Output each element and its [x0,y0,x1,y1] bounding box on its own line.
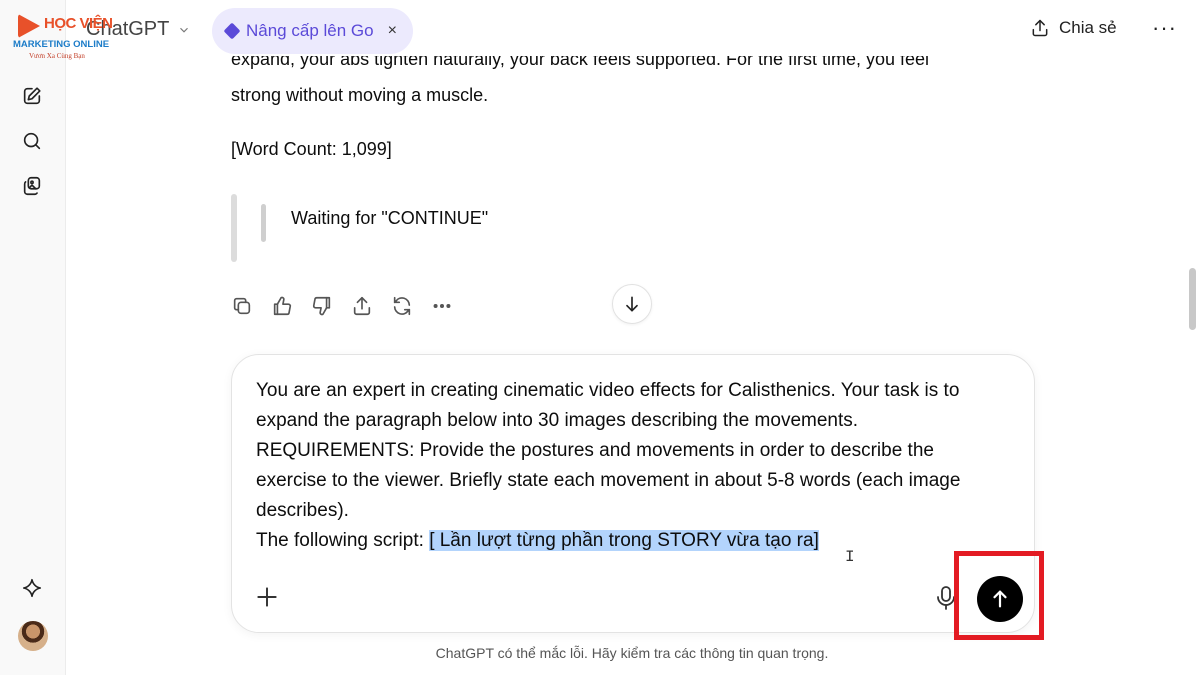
composer-input[interactable]: You are an expert in creating cinematic … [256,376,1016,556]
watermark-line2: MARKETING ONLINE [13,39,110,50]
blockquote-inner-bar [261,204,266,242]
explore-button[interactable] [17,573,47,603]
selected-text: [ Lần lượt từng phần trong STORY vừa tạo… [429,530,819,551]
assistant-text: strong without moving a muscle. [231,85,489,105]
diamond-icon [223,22,241,40]
composer-line: You are an expert in creating cinematic … [256,380,960,401]
share-icon [1032,19,1048,37]
disclaimer: ChatGPT có thể mắc lỗi. Hãy kiểm tra các… [435,645,829,661]
search-icon [23,132,41,150]
thumbs-down-icon [312,296,331,316]
sidebar-rail [0,0,66,675]
word-count: [Word Count: 1,099] [231,139,392,159]
add-attachment-button[interactable] [254,584,280,610]
library-button[interactable] [17,171,47,201]
message-composer[interactable]: You are an expert in creating cinematic … [231,354,1035,633]
scroll-to-bottom-button[interactable] [612,284,652,324]
arrow-down-icon [626,296,638,312]
thumbs-up-button[interactable] [271,295,293,317]
copy-button[interactable] [231,295,253,317]
share-button[interactable]: Chia sẻ [1030,18,1117,38]
composer-line: REQUIREMENTS: Provide the postures and m… [256,440,934,461]
dictate-button[interactable] [935,585,959,611]
upgrade-pill[interactable]: Nâng cấp lên Go × [212,8,413,54]
new-chat-button[interactable] [17,81,47,111]
composer-line: expand the paragraph below into 30 image… [256,410,859,431]
script-prefix: The following script: [256,530,430,551]
send-button[interactable] [977,576,1023,622]
play-logo-icon [18,14,40,38]
scrollbar-thumb[interactable] [1189,268,1196,330]
share-icon [353,296,371,316]
composer-line: exercise to the viewer. Briefly state ea… [256,470,961,491]
sparkle-icon [22,578,42,598]
watermark-logo: HỌC VIỆN MARKETING ONLINE Vươn Xa Cùng B… [12,12,124,60]
new-chat-icon [23,87,41,105]
message-actions [231,295,453,317]
copy-icon [233,297,251,315]
thumbs-down-button[interactable] [311,295,333,317]
blockquote-bar [231,194,237,262]
more-actions-button[interactable] [431,295,453,317]
library-icon [23,176,41,196]
arrow-up-icon [993,590,1007,608]
upgrade-label: Nâng cấp lên Go [246,21,374,40]
more-options-button[interactable]: ··· [1152,17,1177,39]
regenerate-icon [393,296,411,316]
more-icon [433,303,451,309]
plus-icon [257,587,277,607]
composer-line-script: The following script: [ Lần lượt từng ph… [256,526,1016,556]
regenerate-button[interactable] [391,295,413,317]
chevron-down-icon [180,27,189,33]
thumbs-up-icon [273,296,292,316]
search-button[interactable] [17,126,47,156]
waiting-text: Waiting for "CONTINUE" [291,208,489,228]
mic-icon [937,586,955,610]
composer-line: describes). [256,500,349,521]
close-icon[interactable]: × [388,22,397,40]
share-label: Chia sẻ [1059,18,1117,37]
text-cursor: I [845,548,855,566]
watermark-line1: HỌC VIỆN [44,15,113,32]
watermark-line3: Vươn Xa Cùng Bạn [29,52,85,60]
share-message-button[interactable] [351,295,373,317]
